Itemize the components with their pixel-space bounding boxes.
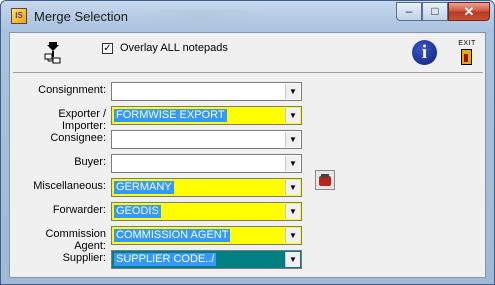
forwarder-select[interactable]: GEODIS ▼ [111,202,302,221]
chevron-down-icon[interactable]: ▼ [285,180,300,195]
titlebar-blur [141,10,261,22]
chevron-down-icon[interactable]: ▼ [285,132,300,147]
chevron-down-icon[interactable]: ▼ [285,108,300,123]
consignment-label: Consignment: [38,84,106,96]
forwarder-label: Forwarder: [52,204,106,216]
info-icon[interactable]: i [412,40,437,65]
supplier-value: SUPPLIER CODE../ [114,253,217,266]
exit-button[interactable]: EXIT [456,40,478,66]
exit-door-icon [461,49,472,65]
exporter-importer-value: FORMWISE EXPORT [114,109,227,122]
window-title: Merge Selection [34,9,128,24]
maximize-button[interactable]: □ [422,2,448,21]
app-icon: IS [11,8,27,24]
chevron-down-icon[interactable]: ▼ [285,252,300,267]
chevron-down-icon[interactable]: ▼ [285,204,300,219]
exit-label: EXIT [458,40,476,47]
minimize-button[interactable]: – [396,2,422,21]
buyer-select[interactable]: ▼ [111,154,302,173]
commission-agent-label: Commission Agent: [45,228,106,252]
chevron-down-icon[interactable]: ▼ [285,156,300,171]
overlay-all-label[interactable]: Overlay ALL notepads [120,42,228,54]
consignee-label: Consignee: [50,132,106,144]
chevron-down-icon[interactable]: ▼ [285,228,300,243]
overlay-all-checkbox[interactable]: ✓ [102,43,113,54]
supplier-select[interactable]: SUPPLIER CODE../ ▼ [111,250,302,269]
close-button[interactable]: ✕ [448,2,490,21]
client-area: ✓ Overlay ALL notepads i EXIT Consignmen… [9,32,486,278]
supplier-label: Supplier: [62,252,106,264]
miscellaneous-select[interactable]: GERMANY ▼ [111,178,302,197]
miscellaneous-value: GERMANY [114,181,174,194]
merge-icon[interactable] [44,42,62,64]
exporter-importer-label: Exporter / Importer: [58,108,106,132]
exporter-importer-select[interactable]: FORMWISE EXPORT ▼ [111,106,302,125]
miscellaneous-label: Miscellaneous: [33,180,106,192]
notepad-icon[interactable] [315,170,335,190]
consignee-select[interactable]: ▼ [111,130,302,149]
chevron-down-icon[interactable]: ▼ [285,84,300,99]
buyer-label: Buyer: [74,156,106,168]
commission-agent-select[interactable]: COMMISSION AGENT ▼ [111,226,302,245]
toolbar: ✓ Overlay ALL notepads i EXIT [10,33,485,72]
forwarder-value: GEODIS [114,205,161,218]
form-panel: Consignment: ▼ Exporter / Importer: FORM… [13,72,483,277]
commission-agent-value: COMMISSION AGENT [114,229,231,242]
consignment-select[interactable]: ▼ [111,82,302,101]
title-bar[interactable]: IS Merge Selection – □ ✕ [1,1,494,32]
merge-selection-window: IS Merge Selection – □ ✕ ✓ Overlay ALL n… [0,0,495,285]
